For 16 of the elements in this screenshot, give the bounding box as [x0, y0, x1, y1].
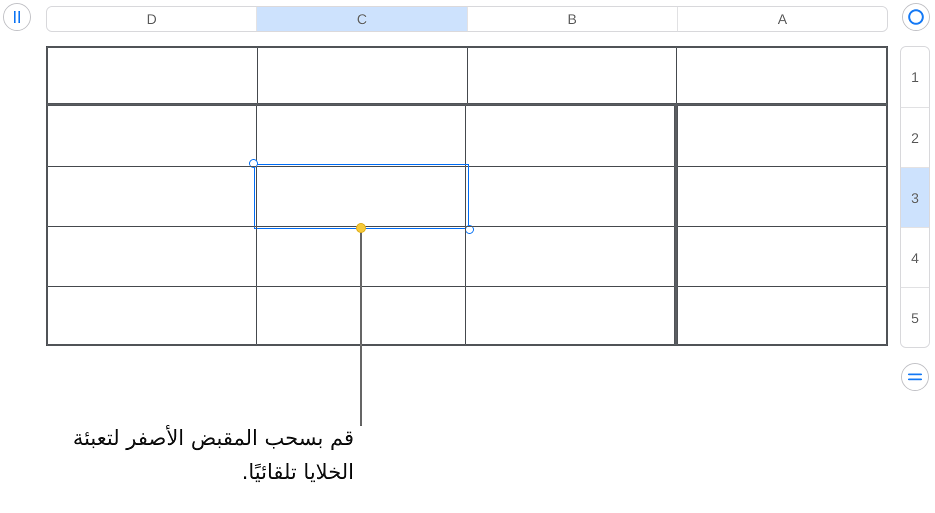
- row-header[interactable]: 3: [901, 167, 929, 227]
- column-header[interactable]: D: [47, 7, 256, 31]
- table-handle-button[interactable]: [902, 3, 930, 31]
- row-header[interactable]: 4: [901, 227, 929, 287]
- pause-bars-icon: [13, 11, 21, 23]
- row-header[interactable]: 5: [901, 287, 929, 347]
- selection-handle[interactable]: [249, 159, 258, 168]
- column-handle-button[interactable]: [3, 3, 31, 31]
- callout-text: قم بسحب المقبض الأصفر لتعبئة الخلايا تلقائيًا.: [72, 424, 354, 486]
- circle-icon: [908, 9, 924, 25]
- row-handle-button[interactable]: [901, 363, 929, 391]
- equals-icon: [908, 373, 922, 381]
- column-header[interactable]: A: [676, 7, 887, 31]
- fill-handle[interactable]: [356, 223, 366, 233]
- row-header[interactable]: 1: [901, 47, 929, 107]
- column-header[interactable]: C: [256, 7, 466, 31]
